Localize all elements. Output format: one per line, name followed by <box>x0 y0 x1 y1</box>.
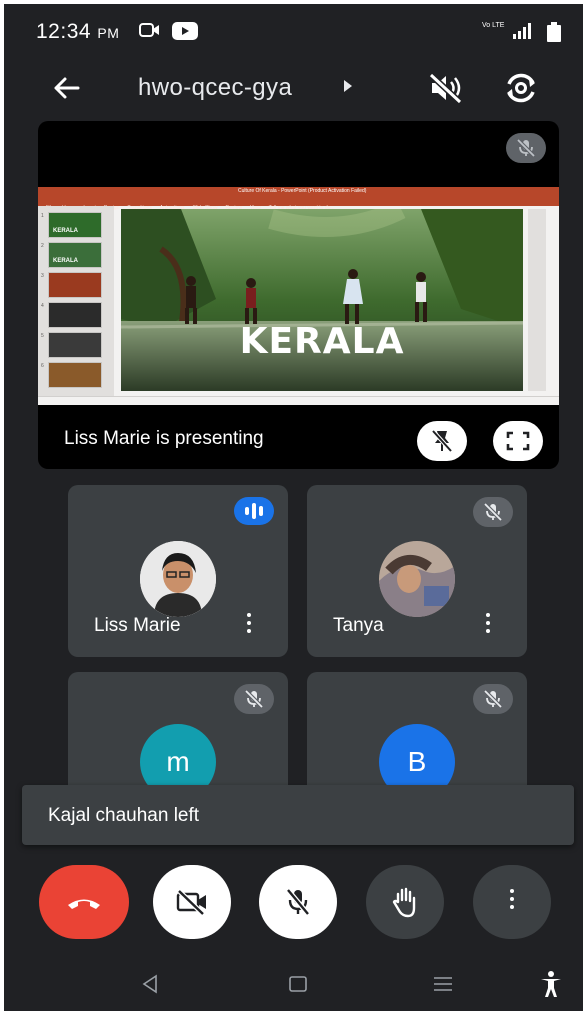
status-bar: 12:34 PM Vo LTE <box>4 4 583 56</box>
avatar <box>379 541 455 617</box>
speaking-indicator <box>234 497 274 525</box>
presenting-caption: Liss Marie is presenting <box>64 428 264 449</box>
camera-toggle-button[interactable] <box>153 865 231 939</box>
speaker-off-icon[interactable] <box>426 70 466 106</box>
participant-tile-tanya[interactable]: Tanya <box>307 485 527 657</box>
more-vert-icon[interactable] <box>483 613 493 639</box>
ppt-thumbnail: 6 <box>41 362 102 388</box>
ppt-thumbnail: 3 <box>41 272 102 298</box>
meeting-code[interactable]: hwo-qcec-gya <box>138 74 292 102</box>
unpin-button[interactable] <box>417 421 467 461</box>
shared-screen-powerpoint: Culture Of Kerala - PowerPoint (Product … <box>38 187 559 405</box>
ppt-thumbnail-number: 4 <box>41 303 44 309</box>
ppt-thumbnail-number: 3 <box>41 273 44 279</box>
avatar <box>140 541 216 617</box>
ppt-thumbnail: 5 <box>41 332 102 358</box>
mic-off-icon <box>483 689 503 709</box>
video-notification-icon <box>139 23 159 37</box>
participant-left-toast: Kajal chauhan left <box>22 785 574 845</box>
more-vert-icon <box>507 889 517 915</box>
raise-hand-button[interactable] <box>366 865 444 939</box>
meeting-top-bar: hwo-qcec-gya <box>4 56 583 120</box>
ppt-thumbnail-number: 1 <box>41 213 44 219</box>
mic-off-icon <box>483 502 503 522</box>
camera-switch-icon[interactable] <box>501 70 541 106</box>
mic-off-icon <box>516 138 536 158</box>
status-time: 12:34 PM <box>36 20 119 44</box>
more-vert-icon[interactable] <box>244 613 254 639</box>
ppt-thumbnail-label: KERALA <box>53 228 78 234</box>
mic-off-icon <box>286 888 310 916</box>
ppt-status-bar <box>38 396 559 405</box>
ppt-ribbon: FileHomeInsertDesignTransitionsAnimation… <box>38 196 559 211</box>
battery-icon <box>547 22 561 42</box>
ppt-thumbnail-number: 5 <box>41 333 44 339</box>
slide-photo-kerala <box>121 209 523 391</box>
ppt-window-title: Culture Of Kerala - PowerPoint (Product … <box>238 188 367 194</box>
ppt-current-slide: KERALA <box>121 209 523 391</box>
nav-back-icon[interactable] <box>140 974 160 994</box>
slide-title: KERALA <box>239 321 405 362</box>
accessibility-icon[interactable] <box>539 970 563 998</box>
fullscreen-icon <box>506 431 530 451</box>
signal-icon <box>513 23 531 39</box>
meet-call-screen: 12:34 PM Vo LTE hwo-qcec-gya Culture Of … <box>4 4 583 1011</box>
nav-home-icon[interactable] <box>288 975 308 993</box>
nav-recents-icon[interactable] <box>432 976 454 992</box>
ppt-thumbnail: 1 KERALA <box>41 212 102 238</box>
status-time-value: 12:34 <box>36 20 92 43</box>
mic-toggle-button[interactable] <box>259 865 337 939</box>
presenter-mic-off-badge <box>506 133 546 163</box>
end-call-button[interactable] <box>39 865 129 939</box>
participant-tile-liss-marie[interactable]: Liss Marie <box>68 485 288 657</box>
ppt-slide-thumbnails: 1 KERALA 2 KERALA 3 4 5 6 <box>38 206 114 396</box>
avatar-photo <box>140 541 216 617</box>
status-ampm: PM <box>97 25 120 41</box>
ppt-thumbnail-number: 6 <box>41 363 44 369</box>
volte-indicator: Vo LTE <box>482 22 505 29</box>
hand-icon <box>392 887 416 918</box>
ppt-scrollbar <box>528 209 546 391</box>
avatar-photo <box>379 541 455 617</box>
pin-off-icon <box>431 429 453 453</box>
ppt-thumbnail: 4 <box>41 302 102 328</box>
participant-name: Liss Marie <box>94 615 181 636</box>
more-options-button[interactable] <box>473 865 551 939</box>
camera-off-icon <box>176 889 206 915</box>
presentation-tile[interactable]: Culture Of Kerala - PowerPoint (Product … <box>38 121 559 469</box>
meeting-details-caret-icon[interactable] <box>344 80 352 92</box>
youtube-notification-icon <box>172 22 198 40</box>
participant-name: Tanya <box>333 615 384 636</box>
ppt-thumbnail-label: KERALA <box>53 258 78 264</box>
mic-off-badge <box>473 684 513 714</box>
ppt-thumbnail: 2 KERALA <box>41 242 102 268</box>
phone-hangup-icon <box>68 899 100 909</box>
toast-text: Kajal chauhan left <box>48 805 200 826</box>
ppt-title-bar: Culture Of Kerala - PowerPoint (Product … <box>38 187 559 196</box>
mic-off-badge <box>234 684 274 714</box>
mic-off-badge <box>473 497 513 527</box>
android-nav-bar <box>4 954 583 1011</box>
fullscreen-button[interactable] <box>493 421 543 461</box>
mic-off-icon <box>244 689 264 709</box>
arrow-left-icon[interactable] <box>48 70 84 106</box>
ppt-thumbnail-number: 2 <box>41 243 44 249</box>
